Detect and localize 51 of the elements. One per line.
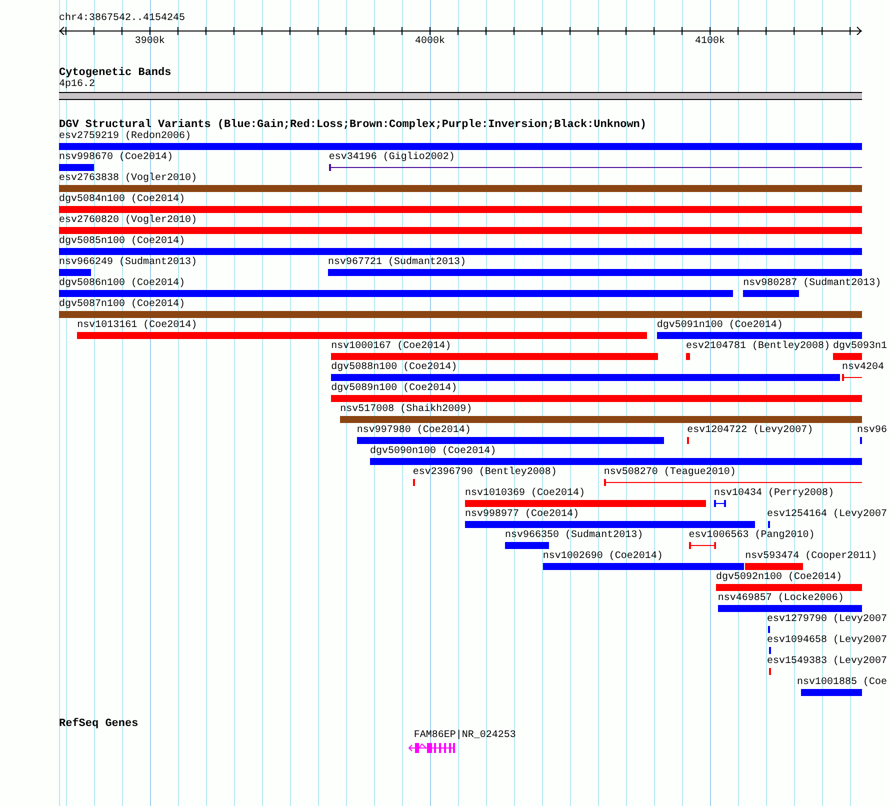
variant-label: nsv4204 [842, 362, 884, 374]
gene-label: FAM86EP|NR_024253 [414, 730, 516, 742]
variant-label: nsv980287 (Sudmant2013) [743, 278, 882, 290]
variant-label: nsv998977 (Coe2014) [464, 509, 580, 521]
variant-label: esv2104781 (Bentley2008) [686, 341, 830, 353]
band-label: 4p16.2 [59, 79, 96, 91]
tick-label: 3900k [134, 36, 166, 48]
variant-label: nsv1000167 (Coe2014) [331, 341, 452, 353]
gene-drawing [408, 742, 455, 754]
variant-label: nsv967721 (Sudmant2013) [328, 257, 466, 269]
variant-label: dgv5087n100 (Coe2014) [59, 299, 186, 311]
variant-label: nsv96 [857, 425, 888, 437]
variant-label: nsv1001885 (Coe [797, 677, 888, 689]
variant-label: esv1254164 (Levy2007 [767, 509, 888, 521]
position-title: chr4:3867542..4154245 [59, 13, 186, 25]
variant-label: esv1204722 (Levy2007) [687, 425, 814, 437]
tick-label: 4000k [414, 36, 446, 48]
track-title: Cytogenetic Bands [59, 67, 172, 79]
tick-label: 4100k [694, 36, 726, 48]
variant-label: dgv5092n100 (Coe2014) [716, 572, 842, 584]
variant-label: nsv1002690 (Coe2014) [542, 551, 663, 563]
variant-label: dgv5084n100 (Coe2014) [59, 194, 186, 206]
variant-label: nsv469857 (Locke2006) [718, 593, 844, 605]
variant-label: nsv593474 (Cooper2011) [745, 551, 878, 563]
variant-label: esv2759219 (Redon2006) [59, 131, 192, 143]
variant-label: dgv5088n100 (Coe2014) [331, 362, 458, 374]
variant-label: dgv5091n100 (Coe2014) [656, 320, 783, 332]
variant-label: esv1094658 (Levy2007 [767, 635, 888, 647]
variant-label: nsv517008 (Shaikh2009) [340, 404, 472, 416]
variant-label: esv1279790 (Levy2007 [767, 614, 888, 626]
track-title: DGV Structural Variants (Blue:Gain;Red:Loss;Brown:Complex;Purple:Inversion;Black:Unknown) [59, 119, 646, 131]
variant-label: dgv5089n100 (Coe2014) [331, 383, 458, 395]
variant-label: esv2760820 (Vogler2010) [59, 215, 198, 227]
variant-label: esv2396790 (Bentley2008) [412, 467, 557, 479]
variant-label: nsv1010369 (Coe2014) [464, 488, 586, 500]
variant-label: nsv997980 (Coe2014) [356, 425, 471, 437]
variant-label: dgv5086n100 (Coe2014) [59, 278, 186, 290]
variant-label: nsv966350 (Sudmant2013) [505, 530, 644, 542]
variant-label: nsv1013161 (Coe2014) [77, 320, 198, 332]
variant-label: nsv998670 (Coe2014) [59, 152, 174, 164]
variant-label: esv2763838 (Vogler2010) [59, 173, 198, 185]
variant-label: nsv10434 (Perry2008) [714, 488, 834, 500]
variant-label: dgv5093n1 [833, 341, 888, 353]
variant-label: nsv966249 (Sudmant2013) [59, 257, 198, 269]
variant-label: dgv5085n100 (Coe2014) [59, 236, 186, 248]
variant-label: esv1006563 (Pang2010) [688, 530, 815, 542]
track-title: RefSeq Genes [59, 718, 138, 730]
variant-label: esv1549383 (Levy2007 [767, 656, 888, 668]
variant-label: dgv5090n100 (Coe2014) [370, 446, 496, 458]
variant-label: nsv508270 (Teague2010) [604, 467, 736, 479]
variant-label: esv34196 (Giglio2002) [328, 152, 455, 164]
